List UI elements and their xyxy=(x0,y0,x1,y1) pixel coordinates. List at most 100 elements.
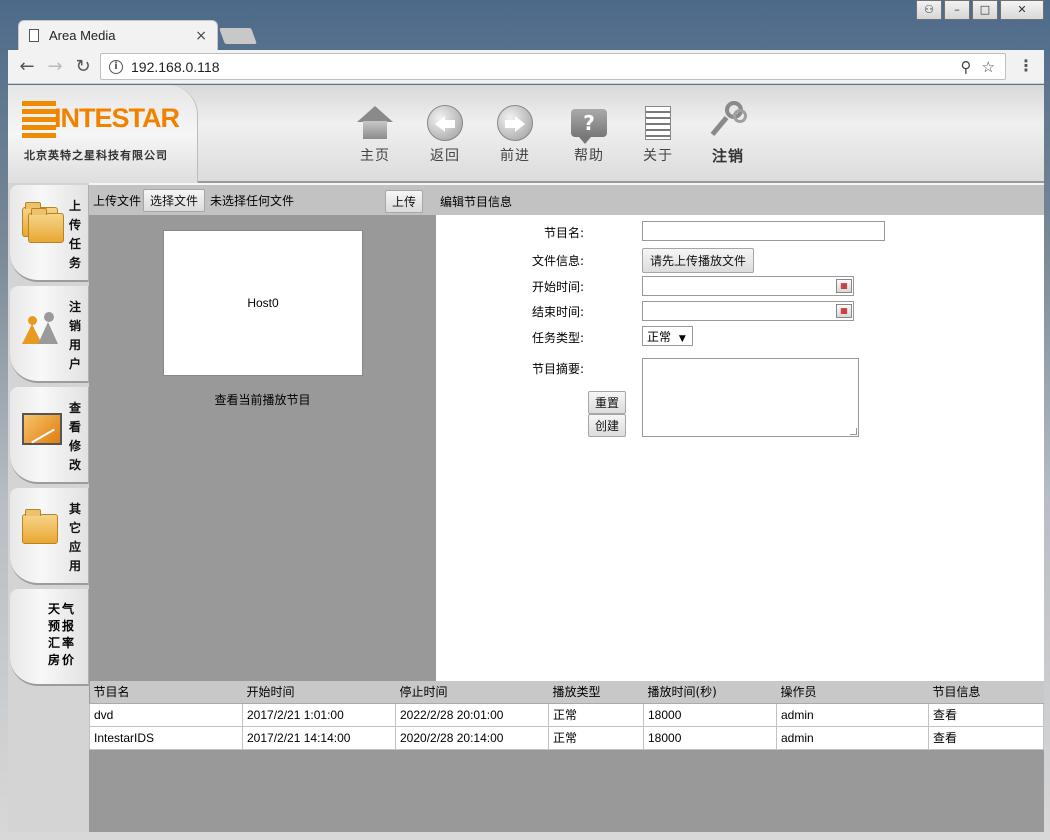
file-info-label: 文件信息: xyxy=(531,254,584,268)
program-name-input[interactable] xyxy=(642,221,885,241)
url-text[interactable]: 192.168.0.118 xyxy=(131,59,961,75)
program-form: 节目名: 文件信息: 请先上传播放文件 开始时间: ▦ 结束时间: ▦ 任务类型… xyxy=(436,215,1044,681)
file-info-button[interactable]: 请先上传播放文件 xyxy=(642,248,755,273)
view-program-link[interactable]: 查看 xyxy=(928,702,1044,727)
upload-button[interactable]: 上传 xyxy=(385,190,424,213)
bookmark-star-icon[interactable]: ☆ xyxy=(982,58,995,76)
key-icon[interactable]: ⚲ xyxy=(961,58,972,76)
view-program-link[interactable]: 查看 xyxy=(928,725,1044,750)
site-header: INTESTAR 北京英特之星科技有限公司 主页 返回 前进 ? 帮助 关于 注… xyxy=(8,85,1044,183)
nav-home-label: 主页 xyxy=(360,148,390,164)
cell-start-time: 2017/2/21 1:01:00 xyxy=(242,702,396,727)
program-table-area: 节目名 开始时间 停止时间 播放类型 播放时间(秒) 操作员 节目信息 dvd … xyxy=(89,681,1044,832)
end-time-input[interactable] xyxy=(642,301,854,321)
create-button[interactable]: 创建 xyxy=(588,414,627,437)
tab-close-icon[interactable]: × xyxy=(195,28,207,44)
back-icon[interactable]: ← xyxy=(16,56,38,78)
column-header[interactable]: 停止时间 xyxy=(395,681,549,704)
back-arrow-icon xyxy=(427,105,463,141)
program-table: 节目名 开始时间 停止时间 播放类型 播放时间(秒) 操作员 节目信息 dvd … xyxy=(89,681,1044,750)
address-bar[interactable]: i 192.168.0.118 ⚲ ☆ xyxy=(100,53,1006,80)
task-type-select[interactable]: 正常 ▼ xyxy=(642,326,693,346)
monitor-chart-icon xyxy=(22,413,62,445)
calendar-icon[interactable]: ▦ xyxy=(836,304,852,318)
nav-logout[interactable]: 注销 xyxy=(700,101,756,166)
browser-toolbar: ← → ↻ i 192.168.0.118 ⚲ ☆ ⋮ xyxy=(8,50,1044,84)
task-type-label: 任务类型: xyxy=(531,331,584,345)
logo-panel: INTESTAR 北京英特之星科技有限公司 xyxy=(8,85,198,183)
column-header[interactable]: 节目信息 xyxy=(928,681,1044,704)
web-page: INTESTAR 北京英特之星科技有限公司 主页 返回 前进 ? 帮助 关于 注… xyxy=(8,85,1044,832)
host-name: Host0 xyxy=(247,296,279,310)
choose-file-button[interactable]: 选择文件 xyxy=(143,188,206,212)
upload-bar: 上传文件 选择文件 未选择任何文件 上传 编辑节目信息 xyxy=(89,185,1044,215)
table-row[interactable]: IntestarIDS 2017/2/21 14:14:00 2020/2/28… xyxy=(89,725,1044,750)
tab-strip: Area Media × xyxy=(8,20,1044,50)
minimize-button[interactable]: – xyxy=(944,0,970,20)
nav-back-label: 返回 xyxy=(430,148,460,164)
cell-duration: 18000 xyxy=(643,725,777,750)
nav-forward[interactable]: 前进 xyxy=(487,105,543,165)
nav-about[interactable]: 关于 xyxy=(630,105,686,165)
calendar-icon[interactable]: ▦ xyxy=(836,279,852,293)
summary-textarea[interactable] xyxy=(642,358,859,437)
cell-stop-time: 2020/2/28 20:14:00 xyxy=(395,725,549,750)
nav-home[interactable]: 主页 xyxy=(347,105,403,165)
table-header-row: 节目名 开始时间 停止时间 播放类型 播放时间(秒) 操作员 节目信息 xyxy=(89,681,1044,704)
reload-icon[interactable]: ↻ xyxy=(72,56,94,78)
nav-help[interactable]: ? 帮助 xyxy=(561,105,617,165)
view-current-program-link[interactable]: 查看当前播放节目 xyxy=(89,391,436,408)
cell-play-type: 正常 xyxy=(548,702,644,727)
sidebar-item-label: 其它应用 xyxy=(68,502,81,573)
forward-icon[interactable]: → xyxy=(44,56,66,78)
preview-panel: Host0 查看当前播放节目 xyxy=(89,215,436,681)
end-time-label: 结束时间: xyxy=(531,305,584,319)
nav-logout-label: 注销 xyxy=(711,147,744,165)
cell-duration: 18000 xyxy=(643,702,777,727)
table-row[interactable]: dvd 2017/2/21 1:01:00 2022/2/28 20:01:00… xyxy=(89,702,1044,727)
resize-handle-icon[interactable] xyxy=(850,428,857,435)
start-time-label: 开始时间: xyxy=(531,280,584,294)
upload-file-label: 上传文件 xyxy=(93,193,142,208)
home-icon xyxy=(357,106,393,140)
reset-button[interactable]: 重置 xyxy=(588,391,627,414)
new-tab-button[interactable] xyxy=(219,28,257,44)
logo-text: INTESTAR xyxy=(54,103,180,133)
tab-title: Area Media xyxy=(49,28,116,43)
folder-icon xyxy=(22,509,58,544)
nav-help-label: 帮助 xyxy=(574,148,604,164)
nav-about-label: 关于 xyxy=(643,148,673,164)
user-profile-button[interactable]: ⚇ xyxy=(916,0,942,20)
column-header[interactable]: 操作员 xyxy=(776,681,929,704)
window-controls: ⚇ – □ ✕ xyxy=(916,0,1044,20)
maximize-button[interactable]: □ xyxy=(972,0,998,20)
host-preview[interactable]: Host0 xyxy=(163,230,363,376)
sidebar-item-upload-task[interactable]: 上传任务 xyxy=(10,185,89,282)
sidebar-item-label: 上传任务 xyxy=(68,199,81,270)
column-header[interactable]: 播放类型 xyxy=(548,681,644,704)
cell-play-type: 正常 xyxy=(548,725,644,750)
cell-start-time: 2017/2/21 14:14:00 xyxy=(242,725,396,750)
column-header[interactable]: 开始时间 xyxy=(242,681,396,704)
users-icon xyxy=(22,312,58,344)
cell-operator: admin xyxy=(776,702,929,727)
folder-icon xyxy=(22,202,64,243)
sidebar-item-label: 查看修改 xyxy=(68,401,81,472)
column-header[interactable]: 播放时间(秒) xyxy=(643,681,777,704)
sidebar-item-view-edit[interactable]: 查看修改 xyxy=(10,387,89,484)
close-window-button[interactable]: ✕ xyxy=(1000,0,1044,20)
sidebar-item-label: 天气预报汇率房价 xyxy=(48,602,77,667)
edit-program-label: 编辑节目信息 xyxy=(440,195,513,209)
start-time-input[interactable] xyxy=(642,276,854,296)
column-header[interactable]: 节目名 xyxy=(89,681,243,704)
dropdown-arrow-icon: ▼ xyxy=(678,334,686,344)
sidebar-item-weather-rates[interactable]: 天气预报汇率房价 xyxy=(10,589,89,686)
nav-back[interactable]: 返回 xyxy=(417,105,473,165)
browser-menu-icon[interactable]: ⋮ xyxy=(1018,56,1034,75)
info-icon[interactable]: i xyxy=(109,59,123,74)
sidebar-item-other-apps[interactable]: 其它应用 xyxy=(10,488,89,585)
sidebar-item-logout-user[interactable]: 注销用户 xyxy=(10,286,89,383)
sidebar-item-label: 注销用户 xyxy=(68,300,81,371)
cell-stop-time: 2022/2/28 20:01:00 xyxy=(395,702,549,727)
browser-tab[interactable]: Area Media × xyxy=(18,20,218,50)
